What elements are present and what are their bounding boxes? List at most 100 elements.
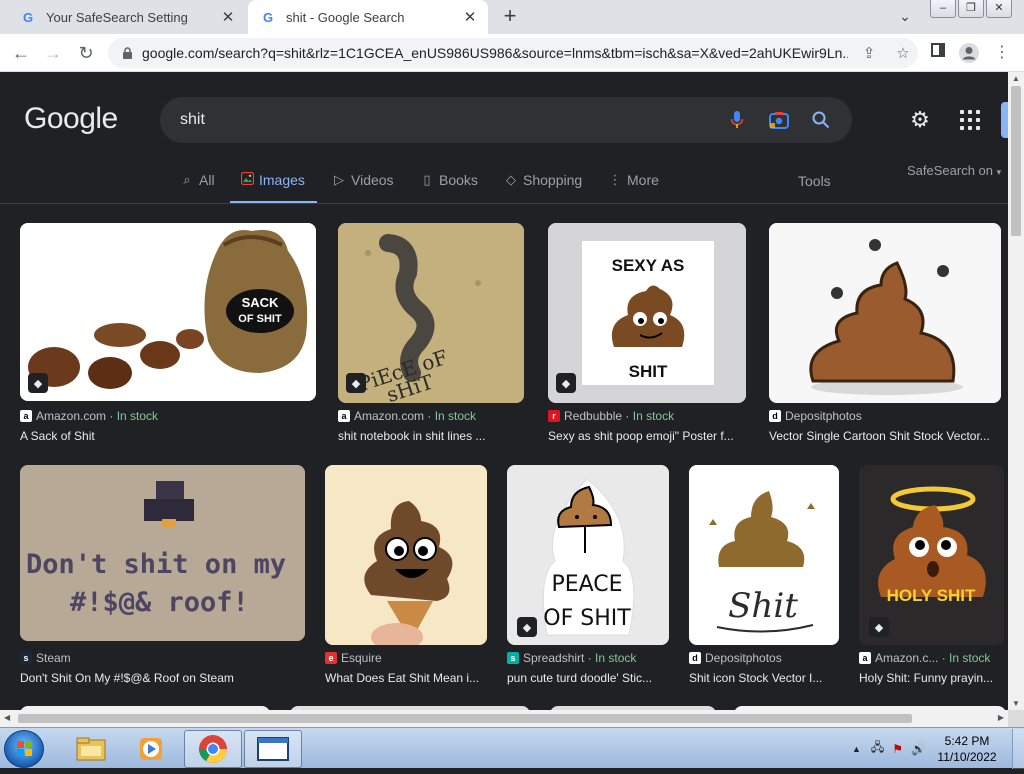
tab-title: shit - Google Search — [286, 9, 405, 25]
image-result[interactable]: SEXY AS SHIT ◆ r Redbubble · In stock Se… — [548, 223, 748, 453]
result-source[interactable]: d Depositphotos — [689, 651, 782, 665]
result-caption[interactable]: shit notebook in shit lines ... — [338, 429, 528, 443]
scrollbar-thumb[interactable] — [18, 714, 912, 723]
result-source[interactable]: a Amazon.c... · In stock — [859, 651, 990, 665]
safesearch-toggle[interactable]: SafeSearch on ▾ — [907, 163, 1001, 178]
minimize-button[interactable]: – — [930, 0, 956, 18]
result-caption[interactable]: Shit icon Stock Vector I... — [689, 671, 839, 685]
share-icon[interactable]: ⇪ — [856, 44, 882, 62]
result-thumbnail[interactable] — [769, 223, 1001, 403]
result-source[interactable]: r Redbubble · In stock — [548, 409, 674, 423]
volume-icon[interactable]: 🔊 — [911, 742, 926, 756]
source-name: Depositphotos — [705, 651, 782, 665]
close-icon[interactable]: ✕ — [460, 8, 480, 26]
image-result[interactable]: d Depositphotos Vector Single Cartoon Sh… — [769, 223, 1001, 453]
side-panel-icon[interactable] — [927, 42, 949, 64]
tab-shopping[interactable]: ◇ Shopping — [504, 168, 582, 204]
result-thumbnail[interactable]: SACK OF SHIT — [20, 223, 316, 401]
show-hidden-icons-icon[interactable]: ▲ — [852, 744, 861, 754]
search-input[interactable]: shit — [160, 97, 852, 143]
clock[interactable]: 5:42 PM 11/10/2022 — [936, 733, 998, 765]
result-caption[interactable]: Holy Shit: Funny prayin... — [859, 671, 1005, 685]
result-source[interactable]: a Amazon.com · In stock — [20, 409, 158, 423]
tab-label: Videos — [351, 172, 394, 188]
file-explorer-icon[interactable] — [62, 730, 120, 768]
result-source[interactable]: s Steam — [20, 651, 71, 665]
tab-safesearch-setting[interactable]: G Your SafeSearch Setting ✕ — [8, 0, 246, 34]
media-player-icon[interactable] — [122, 730, 180, 768]
tab-google-search[interactable]: G shit - Google Search ✕ — [248, 0, 488, 34]
tab-all[interactable]: ⌕ All — [180, 168, 214, 204]
image-result[interactable]: e Esquire What Does Eat Shit Mean i... — [325, 465, 491, 695]
bookmark-star-icon[interactable]: ☆ — [890, 44, 916, 62]
account-button[interactable] — [1001, 102, 1008, 138]
thumb-text: OF SHIT — [238, 313, 282, 325]
image-result[interactable]: PiEcE oF sHiT ◆ a Amazon.com · In stock … — [338, 223, 528, 453]
address-bar[interactable]: google.com/search?q=shit&rlz=1C1GCEA_enU… — [108, 38, 918, 68]
profile-avatar-icon[interactable] — [958, 42, 980, 64]
result-thumbnail[interactable]: Shit — [689, 465, 839, 645]
tab-more[interactable]: ⋮ More — [608, 168, 659, 204]
google-logo[interactable]: Google — [24, 102, 118, 136]
result-source[interactable]: s Spreadshirt · In stock — [507, 651, 636, 665]
close-icon[interactable]: ✕ — [218, 8, 238, 26]
result-thumbnail[interactable]: SEXY AS SHIT — [548, 223, 746, 403]
result-caption[interactable]: Don't Shit On My #!$@& Roof on Steam — [20, 671, 308, 685]
result-source[interactable]: d Depositphotos — [769, 409, 862, 423]
horizontal-scrollbar[interactable]: ◀ ▶ — [0, 710, 1008, 727]
image-result[interactable]: HOLY SHIT ◆ a Amazon.c... · In stock Hol… — [859, 465, 1007, 695]
result-caption[interactable]: Vector Single Cartoon Shit Stock Vector.… — [769, 429, 1001, 443]
scroll-up-icon[interactable]: ▲ — [1012, 74, 1020, 83]
source-name: Redbubble — [564, 409, 623, 423]
reload-button[interactable]: ↻ — [73, 40, 99, 66]
tab-images[interactable]: Images — [230, 168, 317, 204]
google-g-icon: G — [262, 9, 274, 25]
tab-books[interactable]: ▯ Books — [420, 168, 478, 204]
scroll-down-icon[interactable]: ▼ — [1012, 699, 1020, 708]
vertical-scrollbar[interactable]: ▲ ▼ — [1008, 72, 1024, 710]
result-caption[interactable]: What Does Eat Shit Mean i... — [325, 671, 485, 685]
tools-button[interactable]: Tools — [798, 173, 831, 189]
result-source[interactable]: a Amazon.com · In stock — [338, 409, 476, 423]
result-caption[interactable]: pun cute turd doodle' Stic... — [507, 671, 667, 685]
apps-grid-icon[interactable] — [958, 108, 982, 132]
chrome-taskbar-icon[interactable] — [184, 730, 242, 768]
camera-lens-icon[interactable] — [768, 109, 790, 131]
image-result[interactable]: PEACE OF SHIT ◆ s Spreadshirt · In stock… — [507, 465, 673, 695]
result-caption[interactable]: Sexy as shit poop emoji" Poster f... — [548, 429, 748, 443]
lock-icon[interactable] — [120, 46, 134, 60]
image-result[interactable]: Don't shit on my #!$@& roof! s Steam Don… — [20, 465, 308, 695]
windows-start-button[interactable] — [4, 730, 44, 768]
forward-button[interactable]: → — [40, 40, 66, 66]
search-icon[interactable] — [810, 109, 832, 131]
scroll-left-icon[interactable]: ◀ — [4, 713, 10, 722]
more-vertical-icon[interactable]: ⋮ — [991, 42, 1013, 64]
network-icon[interactable]: 🖧 — [871, 738, 884, 759]
image-result[interactable]: SACK OF SHIT ◆ a Amazon.com · In stock A… — [20, 223, 316, 453]
new-tab-button[interactable]: + — [498, 4, 522, 30]
image-result[interactable]: Shit d Depositphotos Shit icon Stock Vec… — [689, 465, 841, 695]
amazon-favicon-icon: a — [338, 410, 350, 422]
tab-videos[interactable]: ▷ Videos — [332, 168, 394, 204]
scrollbar-thumb[interactable] — [1011, 86, 1021, 236]
scroll-right-icon[interactable]: ▶ — [998, 713, 1004, 722]
back-button[interactable]: ← — [8, 40, 34, 66]
chevron-down-icon[interactable]: ⌄ — [896, 8, 914, 26]
window-taskbar-icon[interactable] — [244, 730, 302, 768]
stock-status: In stock — [595, 651, 637, 665]
window-close-button[interactable]: ✕ — [986, 0, 1012, 18]
shopping-tag-icon: ◆ — [517, 617, 537, 637]
amazon-favicon-icon: a — [859, 652, 871, 664]
action-center-icon[interactable]: ⚑ — [892, 742, 903, 756]
search-query[interactable]: shit — [180, 111, 726, 129]
show-desktop-button[interactable] — [1012, 728, 1024, 769]
source-name: Amazon.com — [36, 409, 107, 423]
result-thumbnail[interactable] — [325, 465, 487, 645]
restore-button[interactable]: ❐ — [958, 0, 984, 18]
gear-icon[interactable]: ⚙ — [908, 108, 932, 132]
result-thumbnail[interactable]: Don't shit on my #!$@& roof! — [20, 465, 305, 641]
result-source[interactable]: e Esquire — [325, 651, 382, 665]
microphone-icon[interactable] — [726, 109, 748, 131]
clock-time: 5:42 PM — [944, 733, 990, 748]
result-caption[interactable]: A Sack of Shit — [20, 429, 316, 443]
